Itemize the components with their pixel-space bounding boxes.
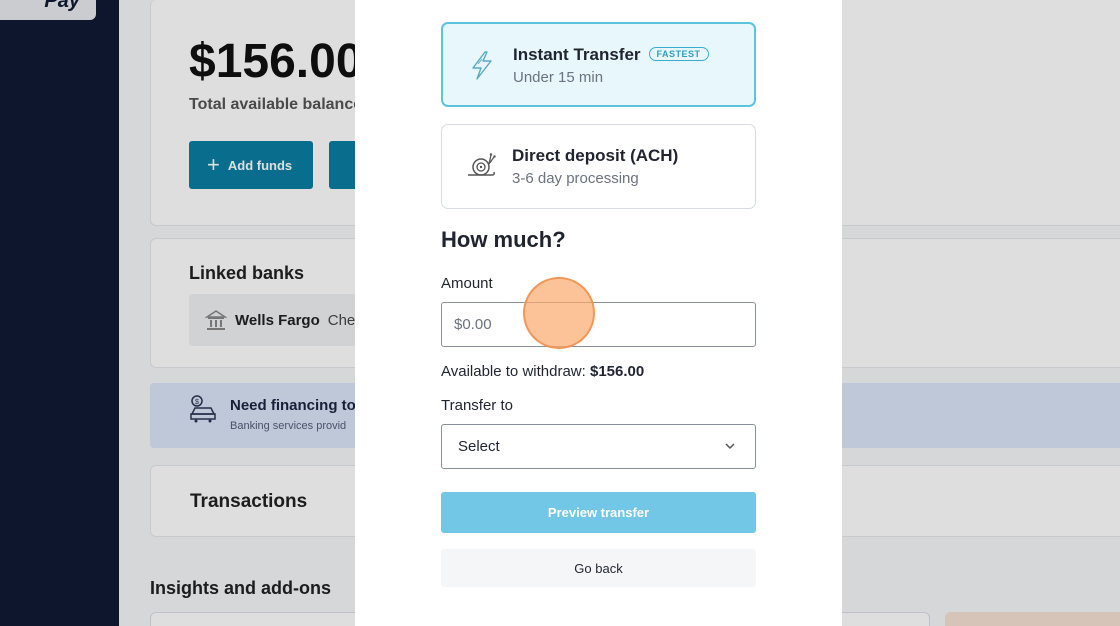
ach-option[interactable]: Direct deposit (ACH) 3-6 day processing [441, 124, 756, 209]
option-subtitle: Under 15 min [513, 69, 604, 86]
instant-transfer-label: Instant Transfer [513, 45, 641, 64]
lightning-icon [472, 51, 492, 80]
amount-label: Amount [441, 275, 493, 292]
chevron-down-icon [725, 443, 735, 450]
instant-transfer-option[interactable]: Instant Transfer FASTEST Under 15 min [441, 22, 756, 107]
option-title: Instant Transfer FASTEST [513, 45, 709, 65]
go-back-button[interactable]: Go back [441, 549, 756, 587]
fastest-badge: FASTEST [648, 46, 709, 61]
snail-icon [468, 153, 496, 176]
available-label: Available to withdraw: [441, 363, 586, 380]
preview-transfer-button[interactable]: Preview transfer [441, 492, 756, 533]
click-indicator [523, 277, 595, 349]
transfer-to-select[interactable]: Select [441, 424, 756, 469]
option-title: Direct deposit (ACH) [512, 146, 679, 165]
transfer-to-label: Transfer to [441, 397, 513, 414]
available-to-withdraw: Available to withdraw: $156.00 [441, 363, 644, 380]
available-value: $156.00 [589, 363, 645, 380]
option-subtitle: 3-6 day processing [512, 170, 639, 187]
select-value: Select [458, 438, 500, 455]
how-much-heading: How much? [441, 227, 566, 252]
amount-input[interactable] [441, 302, 756, 347]
